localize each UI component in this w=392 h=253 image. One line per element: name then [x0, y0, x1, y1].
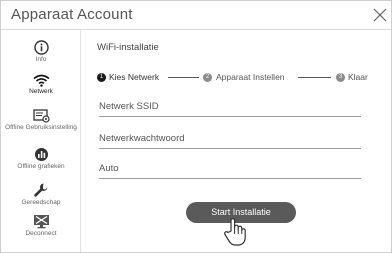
step-1-badge: 1 [97, 73, 106, 82]
hand-pointer-icon [224, 218, 246, 246]
close-icon[interactable] [372, 7, 388, 23]
app-window: Apparaat Account Info Netwerk Offline Ge… [0, 0, 392, 253]
step-divider [298, 77, 331, 78]
main-panel: WiFi-installatie 1 Kies Netwerk 2 Appara… [82, 30, 391, 252]
sidebar-item-label: Deconnect [25, 230, 57, 237]
step-progress: 1 Kies Netwerk 2 Apparaat Instellen 3 Kl… [97, 70, 392, 84]
sidebar-item-label: Gereedschap [21, 199, 61, 206]
info-icon [33, 40, 49, 55]
page-title: WiFi-installatie [97, 42, 159, 53]
password-field[interactable]: Netwerkwachtwoord [99, 132, 361, 149]
wrench-icon [34, 183, 48, 197]
step-1-label: Kies Netwerk [109, 72, 160, 82]
sidebar-item-label: Offline Gebruiksinstelling [5, 124, 77, 131]
pie-chart-icon [34, 148, 48, 161]
step-3-badge: 3 [336, 73, 345, 82]
sidebar-item-offline-settings[interactable]: Offline Gebruiksinstelling [1, 109, 81, 132]
security-field[interactable]: Auto [99, 162, 361, 179]
sidebar-item-label: Info [35, 56, 47, 63]
offline-settings-icon [32, 109, 50, 123]
ssid-field[interactable]: Netwerk SSID [99, 100, 361, 117]
title-bar: Apparaat Account [1, 1, 391, 30]
sidebar-item-disconnect[interactable]: Deconnect [1, 214, 81, 238]
wifi-icon [33, 74, 49, 87]
sidebar-item-label: Offline grafieken [17, 163, 65, 170]
step-3-label: Klaar [348, 72, 368, 82]
sidebar-item-netwerk[interactable]: Netwerk [1, 74, 81, 96]
step-2-label: Apparaat Instellen [216, 72, 285, 82]
sidebar-item-info[interactable]: Info [1, 40, 81, 64]
step-2-badge: 2 [203, 73, 212, 82]
sidebar: Info Netwerk Offline Gebruiksinstelling [1, 30, 81, 252]
disconnect-icon [33, 215, 49, 229]
window-title: Apparaat Account [11, 6, 133, 23]
step-divider [168, 77, 199, 78]
sidebar-item-label: Netwerk [29, 88, 53, 95]
sidebar-item-tools[interactable]: Gereedschap [1, 182, 81, 207]
sidebar-item-offline-graphs[interactable]: Offline grafieken [1, 147, 81, 171]
